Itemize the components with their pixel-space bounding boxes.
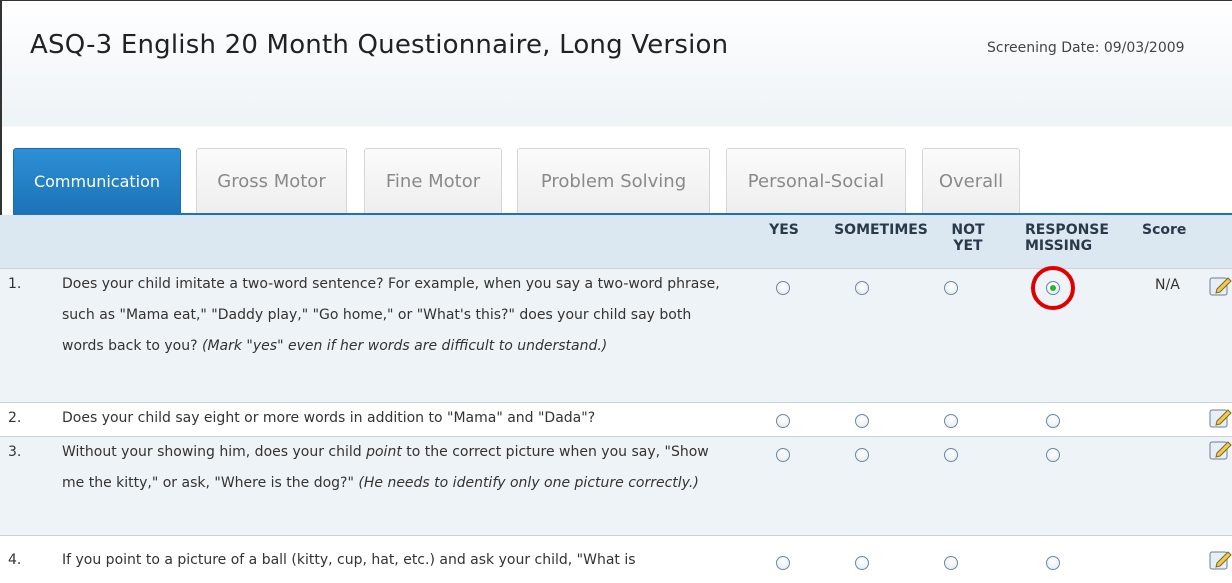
score-value: N/A [1155, 277, 1180, 293]
question-row: 4. If you point to a picture of a ball (… [0, 535, 1232, 583]
question-note: (He needs to identify only one picture c… [358, 475, 699, 491]
radio-sometimes[interactable] [855, 556, 869, 570]
edit-note-icon[interactable] [1208, 439, 1232, 461]
page-title: ASQ-3 English 20 Month Questionnaire, Lo… [30, 30, 729, 60]
question-number: 4. [8, 552, 22, 568]
question-text: Does your child imitate a two-word sente… [62, 269, 722, 362]
radio-sometimes[interactable] [855, 281, 869, 295]
question-emphasis: point [366, 444, 402, 460]
edit-note-icon[interactable] [1208, 407, 1232, 429]
question-text: Without your showing him, does your chil… [62, 437, 722, 499]
col-response-missing-line2: MISSING [1025, 238, 1093, 254]
tab-problem-solving[interactable]: Problem Solving [517, 148, 710, 213]
radio-response-missing[interactable] [1046, 448, 1060, 462]
question-row: 2. Does your child say eight or more wor… [0, 402, 1232, 436]
col-not-yet: NOT YET [946, 222, 990, 254]
radio-sometimes[interactable] [855, 414, 869, 428]
edit-note-icon[interactable] [1208, 275, 1232, 297]
col-not-yet-line1: NOT [951, 222, 985, 238]
radio-not-yet[interactable] [944, 281, 958, 295]
radio-response-missing[interactable] [1046, 556, 1060, 570]
col-response-missing-line1: RESPONSE [1025, 222, 1109, 238]
col-score: Score [1142, 222, 1187, 238]
question-number: 3. [8, 444, 22, 460]
radio-yes[interactable] [776, 414, 790, 428]
col-yes: YES [769, 222, 799, 238]
question-number: 2. [8, 410, 22, 426]
tab-communication[interactable]: Communication [13, 148, 181, 213]
question-text: If you point to a picture of a ball (kit… [62, 552, 636, 568]
radio-not-yet[interactable] [944, 448, 958, 462]
radio-response-missing[interactable] [1046, 414, 1060, 428]
screening-date: Screening Date: 09/03/2009 [987, 40, 1185, 56]
radio-not-yet[interactable] [944, 556, 958, 570]
tab-personal-social[interactable]: Personal-Social [726, 148, 906, 213]
section-tabs: Communication Gross Motor Fine Motor Pro… [13, 148, 1232, 214]
question-row: 3. Without your showing him, does your c… [0, 436, 1232, 535]
question-body-a: Without your showing him, does your chil… [62, 444, 367, 460]
answer-column-header: YES SOMETIMES NOT YET RESPONSE MISSING S… [0, 215, 1232, 268]
tab-overall[interactable]: Overall [922, 148, 1020, 213]
tab-fine-motor[interactable]: Fine Motor [364, 148, 502, 213]
tab-gross-motor[interactable]: Gross Motor [196, 148, 347, 213]
question-note: (Mark "yes" even if her words are diffic… [202, 338, 608, 354]
radio-sometimes[interactable] [855, 448, 869, 462]
col-response-missing: RESPONSE MISSING [1025, 222, 1125, 254]
radio-yes[interactable] [776, 556, 790, 570]
question-number: 1. [8, 276, 22, 292]
col-not-yet-line2: YET [953, 238, 983, 254]
edit-note-icon[interactable] [1208, 549, 1232, 571]
question-text: Does your child say eight or more words … [62, 410, 596, 426]
col-sometimes: SOMETIMES [834, 222, 928, 238]
radio-yes[interactable] [776, 448, 790, 462]
selection-highlight-circle [1031, 266, 1075, 310]
radio-not-yet[interactable] [944, 414, 958, 428]
radio-yes[interactable] [776, 281, 790, 295]
